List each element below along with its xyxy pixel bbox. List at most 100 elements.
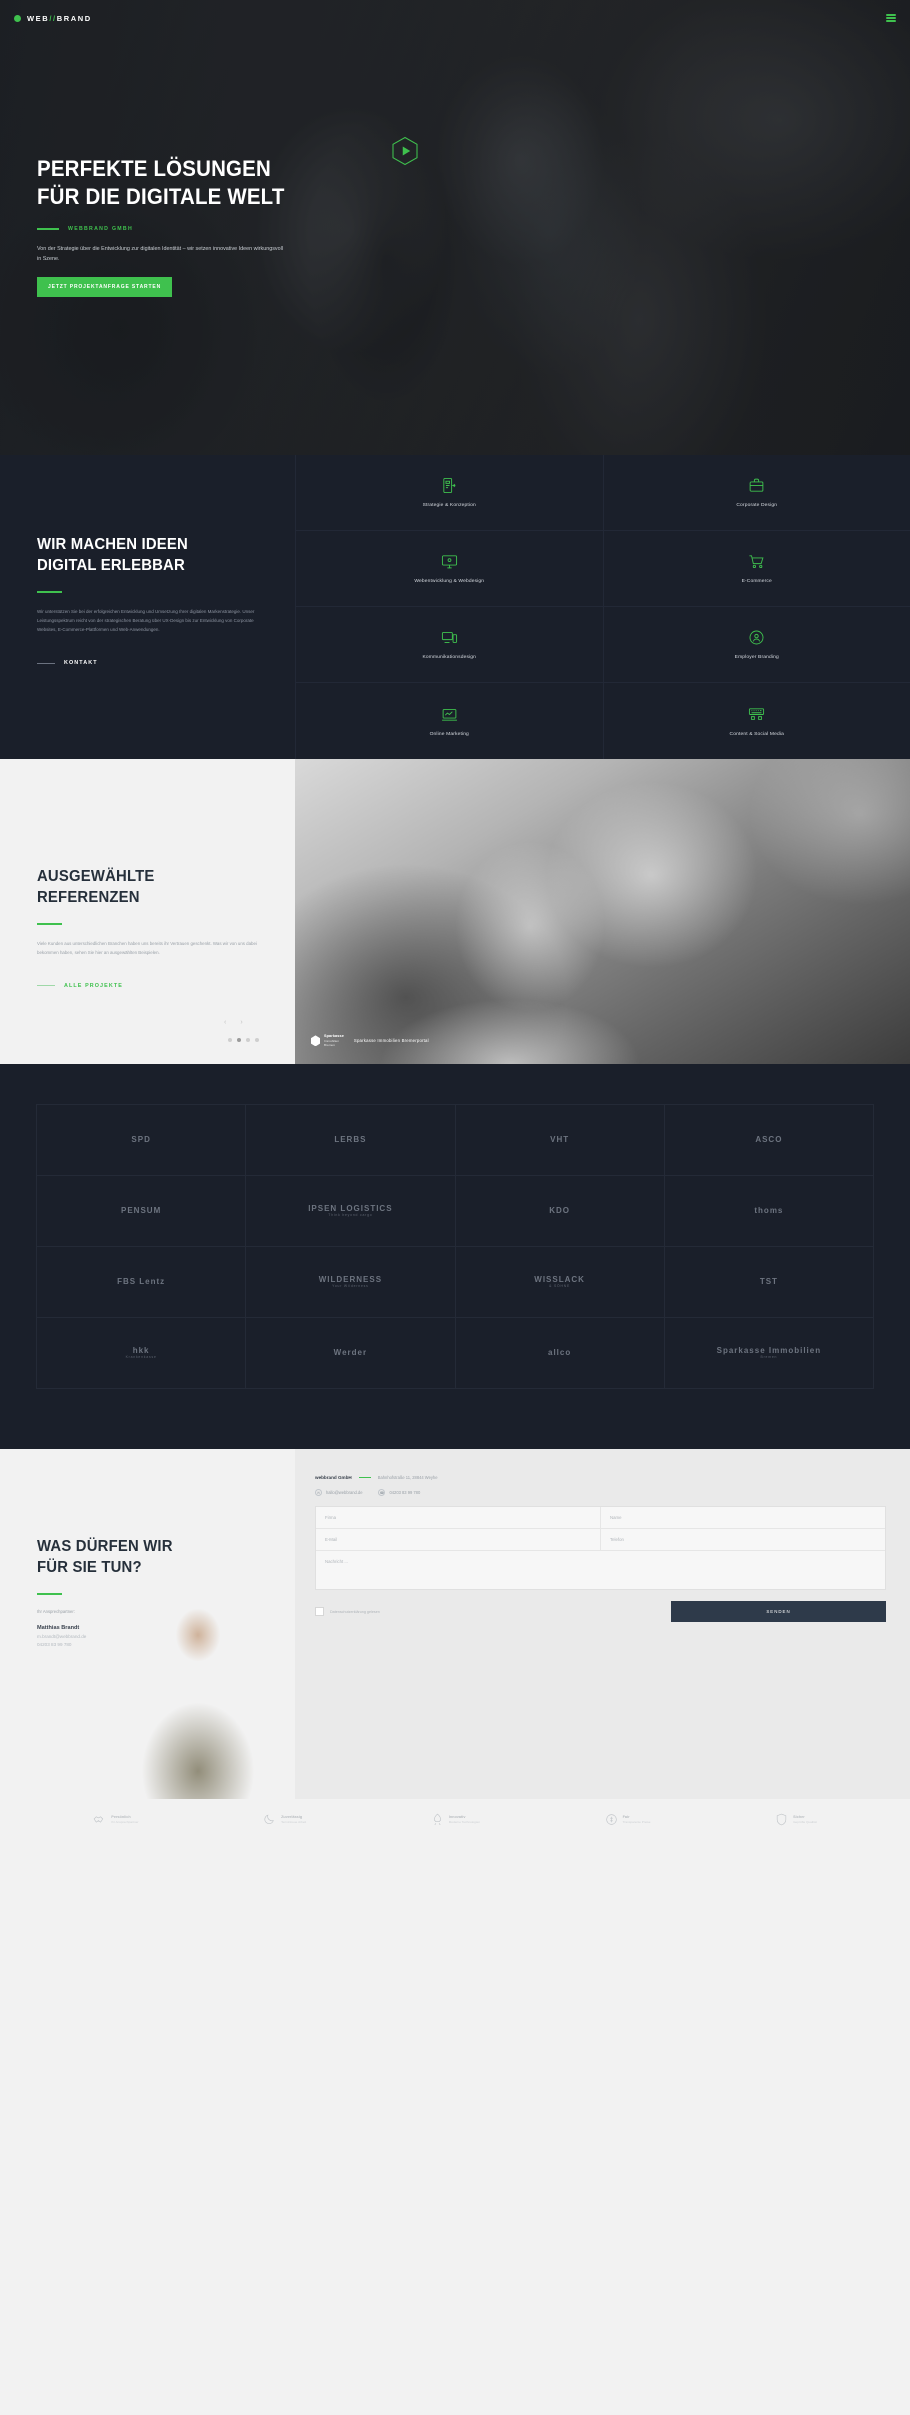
- service-label: E-Commerce: [741, 579, 772, 584]
- usp-sub: Geprüfte Qualität: [793, 1819, 817, 1824]
- client-logo-cell[interactable]: ASCO: [664, 1105, 874, 1176]
- chevron-left-icon[interactable]: ‹: [224, 1019, 226, 1026]
- nachricht-textarea[interactable]: Nachricht ...: [316, 1551, 885, 1589]
- usp-item: Fair Transparente Preise: [605, 1813, 651, 1826]
- service-item-ecommerce[interactable]: E-Commerce: [602, 531, 910, 607]
- logo-text: WEB//BRAND: [27, 14, 92, 23]
- client-logo-cell[interactable]: WILDERNESS Your Wilderness: [246, 1247, 456, 1318]
- link-dash: [37, 985, 55, 987]
- client-logo-cell[interactable]: TST: [664, 1247, 874, 1318]
- site-logo[interactable]: WEB//BRAND: [14, 14, 92, 23]
- keyboard-social-icon: [748, 706, 765, 723]
- client-name: WILDERNESS Your Wilderness: [318, 1274, 383, 1289]
- contact-title: WAS DÜRFEN WIR FÜR SIE TUN?: [37, 1537, 251, 1579]
- client-name: PENSUM: [121, 1206, 162, 1216]
- slider-dot[interactable]: [246, 1038, 250, 1042]
- logo-dot-icon: [14, 15, 21, 22]
- client-name: TST: [759, 1277, 778, 1287]
- burger-line: [886, 17, 896, 19]
- privacy-checkbox[interactable]: [315, 1607, 324, 1616]
- company-email[interactable]: ✉ hallo@webbrand.de: [315, 1489, 362, 1496]
- client-logo-cell[interactable]: Werder: [246, 1318, 456, 1389]
- email-input[interactable]: E-Mail: [316, 1529, 600, 1551]
- client-logo-cell[interactable]: FBS Lentz: [37, 1247, 247, 1318]
- firma-input[interactable]: Firma: [316, 1507, 600, 1529]
- chart-laptop-icon: [441, 706, 458, 723]
- sparkasse-logo: Sparkasse Immobilien Bremen: [311, 1034, 344, 1048]
- client-logo-cell[interactable]: KDO: [455, 1176, 665, 1247]
- service-label: Kommunikationsdesign: [422, 655, 477, 660]
- chevron-right-icon[interactable]: ›: [240, 1019, 242, 1026]
- service-item-employer-branding[interactable]: Employer Branding: [602, 607, 910, 683]
- client-name: ASCO: [755, 1135, 783, 1145]
- service-item-webentwicklung[interactable]: Webentwicklung & Webdesign: [295, 531, 603, 607]
- slider-dot[interactable]: [255, 1038, 259, 1042]
- service-label: Content & Social Media: [729, 731, 784, 737]
- client-logo-cell[interactable]: VHT: [455, 1105, 665, 1176]
- name-input[interactable]: Name: [600, 1507, 885, 1529]
- hero-title-line1: PERFEKTE LÖSUNGEN: [37, 156, 271, 181]
- references-slider-arrows: ‹ ›: [224, 1019, 243, 1026]
- form-row: E-Mail Telefon: [316, 1529, 885, 1551]
- client-name-sub: Bremen: [760, 1355, 778, 1360]
- client-name: hkk Krankenkasse: [125, 1345, 157, 1360]
- service-item-kommunikationsdesign[interactable]: Kommunikationsdesign: [295, 607, 603, 683]
- client-logo-cell[interactable]: WISSLACK & SÖHNE: [455, 1247, 665, 1318]
- clients-grid: SPD LERBS VHT ASCO PENSUM IPSEN LOGISTIC…: [36, 1104, 874, 1389]
- service-item-content-social-media[interactable]: Content & Social Media: [602, 683, 910, 759]
- form-row: Firma Name: [316, 1507, 885, 1529]
- client-name-sub: Think beyond cargo: [328, 1213, 373, 1218]
- company-address: Bahnhofstraße 11, 28844 Weyhe: [377, 1475, 438, 1480]
- references-section: AUSGEWÄHLTE REFERENZEN Viele Kunden aus …: [0, 759, 910, 1064]
- client-name: KDO: [549, 1206, 571, 1216]
- reference-logo-title: Sparkasse: [324, 1033, 344, 1038]
- client-logo-cell[interactable]: PENSUM: [37, 1176, 247, 1247]
- references-body: Viele Kunden aus unterschiedlichen Branc…: [37, 940, 257, 955]
- client-logo-cell[interactable]: hkk Krankenkasse: [37, 1318, 247, 1389]
- usp-sub: Transparente Preise: [622, 1819, 651, 1824]
- service-item-strategie[interactable]: Strategie & Konzeption: [295, 455, 603, 531]
- references-all-projects-link[interactable]: ALLE PROJEKTE: [37, 983, 267, 989]
- divider-dash: [358, 1476, 371, 1479]
- references-link-label: ALLE PROJEKTE: [64, 982, 123, 989]
- client-name: allco: [548, 1348, 572, 1358]
- service-item-online-marketing[interactable]: Online Marketing: [295, 683, 603, 759]
- services-grid: Strategie & Konzeption Corporate Design …: [295, 455, 910, 759]
- client-logo-cell[interactable]: Sparkasse Immobilien Bremen: [664, 1318, 874, 1389]
- handshake-icon: [93, 1813, 106, 1826]
- reference-slide-image[interactable]: Sparkasse Immobilien Bremen Sparkasse Im…: [295, 759, 910, 1064]
- play-hexagon-icon[interactable]: [390, 136, 420, 166]
- burger-line: [886, 14, 896, 16]
- slider-dot-active[interactable]: [237, 1038, 241, 1042]
- company-email-text: hallo@webbrand.de: [326, 1490, 363, 1495]
- client-logo-cell[interactable]: thoms: [664, 1176, 874, 1247]
- references-title-line1: AUSGEWÄHLTE: [37, 868, 155, 885]
- client-logo-cell[interactable]: IPSEN LOGISTICS Think beyond cargo: [246, 1176, 456, 1247]
- client-name: VHT: [550, 1135, 570, 1145]
- contact-title-line2: FÜR SIE TUN?: [37, 1558, 142, 1576]
- usp-item: Sicher Geprüfte Qualität: [775, 1813, 817, 1826]
- strategy-mobile-icon: [441, 477, 458, 494]
- telefon-input[interactable]: Telefon: [600, 1529, 885, 1551]
- slider-dot[interactable]: [228, 1038, 232, 1042]
- services-title: WIR MACHEN IDEEN DIGITAL ERLEBBAR: [37, 535, 249, 577]
- client-logo-cell[interactable]: SPD: [37, 1105, 247, 1176]
- client-logo-cell[interactable]: allco: [455, 1318, 665, 1389]
- company-info: webbrand GmbH Bahnhofstraße 11, 28844 We…: [315, 1475, 886, 1480]
- client-name: WISSLACK & SÖHNE: [534, 1274, 585, 1289]
- hero-eyebrow: WEBBRAND GMBH: [37, 226, 367, 232]
- company-phone-text: 04203 83 99 780: [389, 1490, 421, 1495]
- company-phone[interactable]: ☎ 04203 83 99 780: [378, 1489, 420, 1496]
- services-title-line1: WIR MACHEN IDEEN: [37, 536, 188, 553]
- usp-sub: Termintreue Arbeit: [281, 1819, 307, 1824]
- title-rule: [37, 922, 62, 925]
- service-item-corporate-design[interactable]: Corporate Design: [602, 455, 910, 531]
- hero-cta-button[interactable]: JETZT PROJEKTANFRAGE STARTEN: [37, 277, 173, 298]
- hero-section: WEB//BRAND PERFEKTE LÖSUNGEN FÜR DIE DIG…: [0, 0, 910, 455]
- hamburger-menu-icon[interactable]: [886, 14, 896, 22]
- services-contact-link[interactable]: KONTAKT: [37, 660, 265, 666]
- hero-copy: PERFEKTE LÖSUNGEN FÜR DIE DIGITALE WELT …: [37, 155, 367, 298]
- submit-button[interactable]: Senden: [671, 1601, 886, 1622]
- client-logo-cell[interactable]: LERBS: [246, 1105, 456, 1176]
- hero-title: PERFEKTE LÖSUNGEN FÜR DIE DIGITALE WELT: [37, 155, 344, 210]
